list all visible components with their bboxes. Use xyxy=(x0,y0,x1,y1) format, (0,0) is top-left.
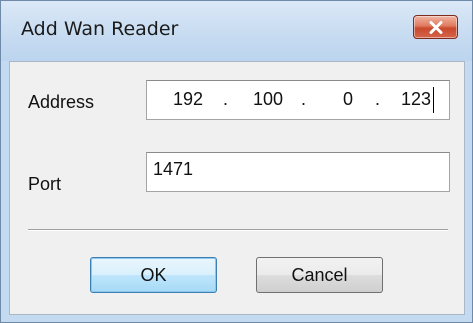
title-bar[interactable]: Add Wan Reader xyxy=(1,1,472,61)
dialog-window: Add Wan Reader Address 192 . 100 . 0 . 1… xyxy=(0,0,473,323)
address-dot: . xyxy=(223,89,229,109)
address-octet-1[interactable]: 192 xyxy=(173,89,203,110)
text-caret xyxy=(433,87,434,113)
address-octet-4[interactable]: 123 xyxy=(401,89,431,110)
cancel-button[interactable]: Cancel xyxy=(256,257,383,293)
port-input[interactable]: 1471 xyxy=(146,152,450,192)
address-octet-3[interactable]: 0 xyxy=(343,89,353,110)
address-label: Address xyxy=(28,92,95,112)
dialog-content: Address 192 . 100 . 0 . 123 Port 1471 OK… xyxy=(9,61,465,315)
address-dot: . xyxy=(375,89,381,109)
ok-button[interactable]: OK xyxy=(90,257,217,293)
port-value: 1471 xyxy=(153,159,194,179)
port-label: Port xyxy=(28,174,62,194)
address-ip-input[interactable]: 192 . 100 . 0 . 123 xyxy=(146,80,450,120)
separator xyxy=(28,229,448,231)
window-title: Add Wan Reader xyxy=(21,18,179,40)
close-x-icon xyxy=(429,21,443,34)
address-dot: . xyxy=(301,89,307,109)
address-octet-2[interactable]: 100 xyxy=(253,89,283,110)
close-button[interactable] xyxy=(413,15,458,39)
